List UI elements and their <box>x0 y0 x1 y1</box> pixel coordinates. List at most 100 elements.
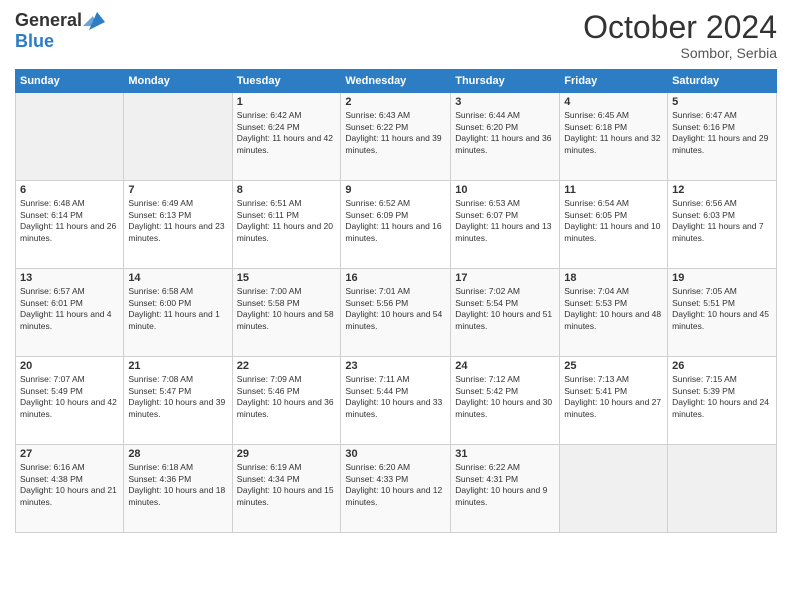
calendar-cell-w3-d3: 15 Sunrise: 7:00 AMSunset: 5:58 PMDaylig… <box>232 269 341 357</box>
day-detail: Sunrise: 7:11 AMSunset: 5:44 PMDaylight:… <box>345 374 446 420</box>
day-number: 3 <box>455 96 555 108</box>
header: General Blue October 2024 Sombor, Serbia <box>15 10 777 61</box>
day-detail: Sunrise: 6:47 AMSunset: 6:16 PMDaylight:… <box>672 110 772 156</box>
day-number: 16 <box>345 272 446 284</box>
logo-block: General Blue <box>15 10 106 52</box>
day-detail: Sunrise: 7:12 AMSunset: 5:42 PMDaylight:… <box>455 374 555 420</box>
calendar-header: Sunday Monday Tuesday Wednesday Thursday… <box>16 70 777 93</box>
day-detail: Sunrise: 6:53 AMSunset: 6:07 PMDaylight:… <box>455 198 555 244</box>
col-sunday: Sunday <box>16 70 124 93</box>
calendar-cell-w1-d1 <box>16 93 124 181</box>
title-area: October 2024 Sombor, Serbia <box>583 10 777 61</box>
day-detail: Sunrise: 7:13 AMSunset: 5:41 PMDaylight:… <box>564 374 663 420</box>
day-detail: Sunrise: 6:18 AMSunset: 4:36 PMDaylight:… <box>128 462 227 508</box>
calendar-cell-w1-d7: 5 Sunrise: 6:47 AMSunset: 6:16 PMDayligh… <box>668 93 777 181</box>
day-detail: Sunrise: 7:08 AMSunset: 5:47 PMDaylight:… <box>128 374 227 420</box>
calendar-cell-w2-d3: 8 Sunrise: 6:51 AMSunset: 6:11 PMDayligh… <box>232 181 341 269</box>
day-number: 28 <box>128 448 227 460</box>
calendar-cell-w1-d2 <box>124 93 232 181</box>
day-detail: Sunrise: 7:05 AMSunset: 5:51 PMDaylight:… <box>672 286 772 332</box>
calendar-cell-w5-d1: 27 Sunrise: 6:16 AMSunset: 4:38 PMDaylig… <box>16 445 124 533</box>
week-row-2: 6 Sunrise: 6:48 AMSunset: 6:14 PMDayligh… <box>16 181 777 269</box>
day-detail: Sunrise: 7:04 AMSunset: 5:53 PMDaylight:… <box>564 286 663 332</box>
calendar-cell-w2-d6: 11 Sunrise: 6:54 AMSunset: 6:05 PMDaylig… <box>560 181 668 269</box>
logo-blue-text: Blue <box>15 31 54 51</box>
day-number: 30 <box>345 448 446 460</box>
day-detail: Sunrise: 6:45 AMSunset: 6:18 PMDaylight:… <box>564 110 663 156</box>
calendar-cell-w5-d2: 28 Sunrise: 6:18 AMSunset: 4:36 PMDaylig… <box>124 445 232 533</box>
day-detail: Sunrise: 6:22 AMSunset: 4:31 PMDaylight:… <box>455 462 555 508</box>
calendar-cell-w4-d3: 22 Sunrise: 7:09 AMSunset: 5:46 PMDaylig… <box>232 357 341 445</box>
calendar-cell-w5-d7 <box>668 445 777 533</box>
day-number: 21 <box>128 360 227 372</box>
calendar-cell-w1-d3: 1 Sunrise: 6:42 AMSunset: 6:24 PMDayligh… <box>232 93 341 181</box>
logo-bird-icon <box>83 12 105 30</box>
day-detail: Sunrise: 6:51 AMSunset: 6:11 PMDaylight:… <box>237 198 337 244</box>
day-number: 31 <box>455 448 555 460</box>
day-number: 26 <box>672 360 772 372</box>
day-detail: Sunrise: 6:16 AMSunset: 4:38 PMDaylight:… <box>20 462 119 508</box>
day-number: 25 <box>564 360 663 372</box>
day-detail: Sunrise: 7:09 AMSunset: 5:46 PMDaylight:… <box>237 374 337 420</box>
day-detail: Sunrise: 6:42 AMSunset: 6:24 PMDaylight:… <box>237 110 337 156</box>
day-number: 1 <box>237 96 337 108</box>
logo: General Blue <box>15 10 106 52</box>
day-detail: Sunrise: 6:48 AMSunset: 6:14 PMDaylight:… <box>20 198 119 244</box>
day-detail: Sunrise: 6:19 AMSunset: 4:34 PMDaylight:… <box>237 462 337 508</box>
day-number: 20 <box>20 360 119 372</box>
day-number: 6 <box>20 184 119 196</box>
calendar-body: 1 Sunrise: 6:42 AMSunset: 6:24 PMDayligh… <box>16 93 777 533</box>
calendar-cell-w3-d2: 14 Sunrise: 6:58 AMSunset: 6:00 PMDaylig… <box>124 269 232 357</box>
day-detail: Sunrise: 7:01 AMSunset: 5:56 PMDaylight:… <box>345 286 446 332</box>
day-number: 5 <box>672 96 772 108</box>
day-number: 19 <box>672 272 772 284</box>
day-number: 10 <box>455 184 555 196</box>
calendar-cell-w3-d5: 17 Sunrise: 7:02 AMSunset: 5:54 PMDaylig… <box>451 269 560 357</box>
col-thursday: Thursday <box>451 70 560 93</box>
day-number: 13 <box>20 272 119 284</box>
day-number: 27 <box>20 448 119 460</box>
main-container: General Blue October 2024 Sombor, Serbia… <box>0 0 792 612</box>
calendar-cell-w4-d5: 24 Sunrise: 7:12 AMSunset: 5:42 PMDaylig… <box>451 357 560 445</box>
calendar-cell-w5-d5: 31 Sunrise: 6:22 AMSunset: 4:31 PMDaylig… <box>451 445 560 533</box>
day-detail: Sunrise: 6:58 AMSunset: 6:00 PMDaylight:… <box>128 286 227 332</box>
calendar-cell-w3-d1: 13 Sunrise: 6:57 AMSunset: 6:01 PMDaylig… <box>16 269 124 357</box>
day-detail: Sunrise: 6:52 AMSunset: 6:09 PMDaylight:… <box>345 198 446 244</box>
day-detail: Sunrise: 7:15 AMSunset: 5:39 PMDaylight:… <box>672 374 772 420</box>
week-row-3: 13 Sunrise: 6:57 AMSunset: 6:01 PMDaylig… <box>16 269 777 357</box>
day-detail: Sunrise: 7:00 AMSunset: 5:58 PMDaylight:… <box>237 286 337 332</box>
week-row-5: 27 Sunrise: 6:16 AMSunset: 4:38 PMDaylig… <box>16 445 777 533</box>
calendar-cell-w2-d2: 7 Sunrise: 6:49 AMSunset: 6:13 PMDayligh… <box>124 181 232 269</box>
calendar-cell-w4-d7: 26 Sunrise: 7:15 AMSunset: 5:39 PMDaylig… <box>668 357 777 445</box>
day-number: 14 <box>128 272 227 284</box>
day-detail: Sunrise: 6:44 AMSunset: 6:20 PMDaylight:… <box>455 110 555 156</box>
calendar-cell-w2-d1: 6 Sunrise: 6:48 AMSunset: 6:14 PMDayligh… <box>16 181 124 269</box>
day-number: 9 <box>345 184 446 196</box>
calendar-cell-w3-d4: 16 Sunrise: 7:01 AMSunset: 5:56 PMDaylig… <box>341 269 451 357</box>
calendar-cell-w2-d4: 9 Sunrise: 6:52 AMSunset: 6:09 PMDayligh… <box>341 181 451 269</box>
day-detail: Sunrise: 6:57 AMSunset: 6:01 PMDaylight:… <box>20 286 119 332</box>
calendar-cell-w1-d4: 2 Sunrise: 6:43 AMSunset: 6:22 PMDayligh… <box>341 93 451 181</box>
calendar-cell-w4-d6: 25 Sunrise: 7:13 AMSunset: 5:41 PMDaylig… <box>560 357 668 445</box>
day-number: 4 <box>564 96 663 108</box>
day-number: 17 <box>455 272 555 284</box>
day-number: 7 <box>128 184 227 196</box>
day-number: 2 <box>345 96 446 108</box>
day-number: 29 <box>237 448 337 460</box>
col-tuesday: Tuesday <box>232 70 341 93</box>
day-detail: Sunrise: 6:56 AMSunset: 6:03 PMDaylight:… <box>672 198 772 244</box>
day-detail: Sunrise: 6:20 AMSunset: 4:33 PMDaylight:… <box>345 462 446 508</box>
header-row: Sunday Monday Tuesday Wednesday Thursday… <box>16 70 777 93</box>
calendar-cell-w2-d5: 10 Sunrise: 6:53 AMSunset: 6:07 PMDaylig… <box>451 181 560 269</box>
day-number: 8 <box>237 184 337 196</box>
day-number: 18 <box>564 272 663 284</box>
day-detail: Sunrise: 6:43 AMSunset: 6:22 PMDaylight:… <box>345 110 446 156</box>
calendar-cell-w1-d5: 3 Sunrise: 6:44 AMSunset: 6:20 PMDayligh… <box>451 93 560 181</box>
calendar-cell-w5-d4: 30 Sunrise: 6:20 AMSunset: 4:33 PMDaylig… <box>341 445 451 533</box>
col-monday: Monday <box>124 70 232 93</box>
day-number: 11 <box>564 184 663 196</box>
day-number: 12 <box>672 184 772 196</box>
day-number: 23 <box>345 360 446 372</box>
week-row-4: 20 Sunrise: 7:07 AMSunset: 5:49 PMDaylig… <box>16 357 777 445</box>
calendar-cell-w3-d6: 18 Sunrise: 7:04 AMSunset: 5:53 PMDaylig… <box>560 269 668 357</box>
